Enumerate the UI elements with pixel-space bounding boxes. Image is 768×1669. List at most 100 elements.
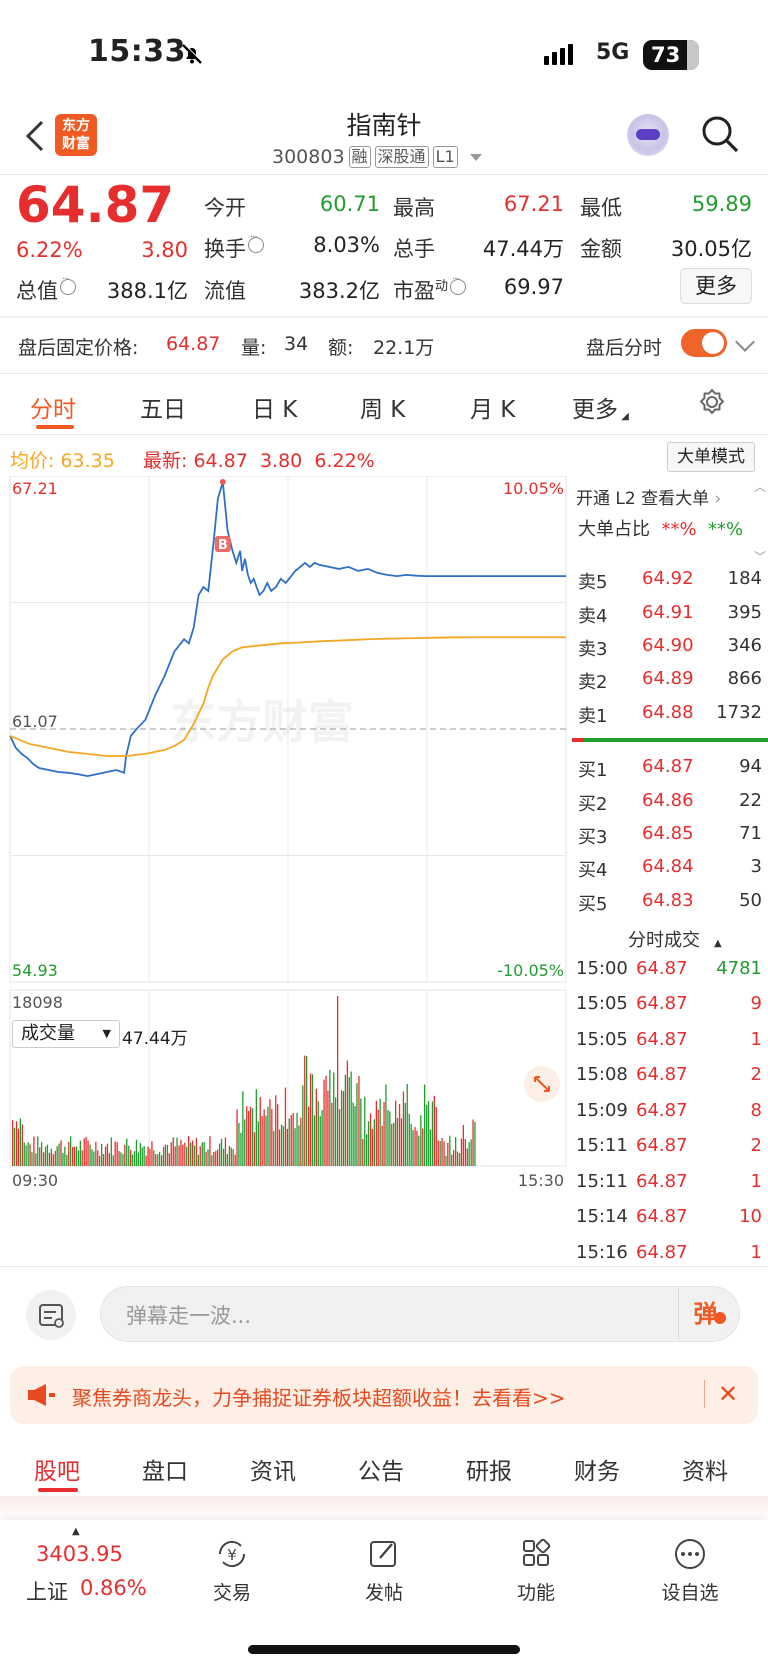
volume-bar	[261, 1116, 263, 1166]
volume-bar	[251, 1108, 254, 1166]
volume-bar	[338, 1109, 341, 1166]
tab-five-day[interactable]: 五日	[140, 390, 186, 424]
tab-announcements[interactable]: 公告	[358, 1452, 404, 1486]
promo-text[interactable]: 聚焦券商龙头，力争捕捉证券板块超额收益！去看看>>	[72, 1382, 566, 1411]
ask-row[interactable]: 卖5 64.92 184	[578, 568, 762, 593]
yuan-cycle-icon: ¥	[218, 1540, 246, 1568]
volume-bar	[373, 1119, 375, 1166]
tab-month-k[interactable]: 月 K	[470, 390, 515, 424]
volume-bar	[323, 1079, 325, 1166]
stat-label-total-cap[interactable]: 总值	[16, 274, 76, 305]
volume-bar	[327, 1090, 329, 1166]
volume-bar	[267, 1106, 269, 1166]
volume-bar	[12, 1120, 14, 1166]
volume-bar	[433, 1095, 435, 1166]
add-watchlist-button[interactable]: 设自选	[650, 1536, 730, 1605]
bid-row[interactable]: 买1 64.87 94	[578, 756, 762, 781]
stat-label-turnover[interactable]: 换手	[204, 232, 264, 263]
functions-button[interactable]: 功能	[496, 1536, 576, 1605]
volume-bar	[290, 1115, 292, 1166]
bid-row[interactable]: 买2 64.86 22	[578, 790, 762, 815]
volume-bar	[102, 1154, 105, 1166]
stat-label: 今开	[204, 196, 246, 220]
volume-bar	[302, 1085, 304, 1166]
volume-bar	[354, 1106, 356, 1166]
tab-research[interactable]: 研报	[466, 1452, 512, 1486]
tab-handicap[interactable]: 盘口	[142, 1452, 188, 1486]
assistant-robot-icon[interactable]	[627, 114, 669, 156]
battery-level: 73	[651, 43, 681, 67]
post-button[interactable]: 发帖	[344, 1536, 424, 1605]
chevron-down-icon[interactable]	[735, 332, 755, 352]
volume-bar	[474, 1121, 476, 1166]
volume-bar	[186, 1146, 188, 1166]
tab-news[interactable]: 资讯	[250, 1452, 296, 1486]
bid-row[interactable]: 买3 64.85 71	[578, 823, 762, 848]
volume-bar	[31, 1152, 33, 1166]
y-axis-mid-label: 61.07	[12, 712, 58, 731]
signal-icon	[544, 44, 573, 65]
tab-week-k[interactable]: 周 K	[360, 390, 405, 424]
volume-bar	[385, 1084, 387, 1166]
volume-bar	[157, 1154, 159, 1166]
tab-day-k[interactable]: 日 K	[252, 390, 297, 424]
volume-bar	[137, 1152, 139, 1166]
volume-bar	[422, 1128, 424, 1166]
megaphone-icon	[28, 1384, 55, 1406]
settings-gear-icon[interactable]	[697, 387, 727, 417]
volume-bar	[79, 1140, 81, 1166]
bell-muted-icon	[182, 43, 203, 64]
volume-bar	[151, 1141, 153, 1166]
volume-bar	[265, 1115, 267, 1166]
ask-row[interactable]: 卖2 64.89 866	[578, 668, 762, 693]
ask-row[interactable]: 卖1 64.88 1732	[578, 702, 762, 727]
volume-bar	[110, 1137, 112, 1166]
volume-bar	[54, 1150, 56, 1166]
tab-profile[interactable]: 资料	[682, 1452, 728, 1486]
danmu-settings-icon[interactable]	[26, 1290, 76, 1340]
volume-bar	[193, 1145, 196, 1166]
trade-row: 15:05 64.87 9	[576, 993, 762, 1014]
volume-bar	[234, 1154, 236, 1166]
volume-bar	[269, 1099, 271, 1166]
stat-label-pe[interactable]: 市盈动	[393, 274, 467, 305]
volume-bar	[259, 1097, 261, 1166]
tab-forum[interactable]: 股吧	[34, 1452, 80, 1486]
ask-row[interactable]: 卖3 64.90 346	[578, 635, 762, 660]
volume-bar	[383, 1102, 385, 1166]
expand-chart-icon[interactable]	[524, 1066, 560, 1102]
volume-bar	[139, 1143, 141, 1166]
tab-timeshare[interactable]: 分时	[30, 390, 76, 424]
volume-bar	[19, 1118, 21, 1166]
close-icon[interactable]: ✕	[718, 1380, 738, 1408]
more-stats-button[interactable]: 更多	[680, 268, 752, 304]
tab-finance[interactable]: 财务	[574, 1452, 620, 1486]
trade-button[interactable]: ¥ 交易	[192, 1536, 272, 1605]
ask-row[interactable]: 卖4 64.91 395	[578, 602, 762, 627]
volume-bar	[91, 1149, 93, 1166]
trades-header[interactable]: 分时成交 ▲	[628, 926, 722, 952]
danmu-send-button[interactable]: 弹	[678, 1288, 740, 1340]
bid-row[interactable]: 买4 64.84 3	[578, 856, 762, 881]
index-value[interactable]: 3403.95	[36, 1542, 123, 1566]
l2-promo-link[interactable]: 开通 L2 查看大单 ›	[576, 484, 721, 509]
search-icon[interactable]	[700, 114, 740, 154]
after-hours-toggle[interactable]	[681, 329, 727, 357]
volume-bar	[371, 1129, 374, 1166]
volume-bar	[246, 1106, 248, 1166]
bid-row[interactable]: 买5 64.83 50	[578, 890, 762, 915]
volume-bar	[443, 1141, 445, 1166]
indicator-select[interactable]: 成交量 ▼	[12, 1020, 120, 1048]
volume-bar	[161, 1155, 163, 1166]
chevron-down-icon	[469, 153, 482, 161]
volume-bar	[395, 1100, 397, 1166]
volume-bar	[308, 1106, 310, 1166]
stock-code-row[interactable]: 300803 融 深股通 L1	[272, 146, 482, 168]
collapse-up-icon[interactable]: ︿	[754, 478, 766, 495]
volume-bar	[195, 1137, 198, 1166]
intraday-chart[interactable]: 东方财富 B 67.21 61.07 54.93 10.05% -10.05% 18098 09…	[0, 476, 570, 1266]
tab-more[interactable]: 更多 ◢	[572, 390, 629, 424]
volume-bar	[366, 1134, 368, 1166]
volume-bar	[108, 1153, 110, 1166]
big-order-mode-button[interactable]: 大单模式	[667, 442, 755, 472]
